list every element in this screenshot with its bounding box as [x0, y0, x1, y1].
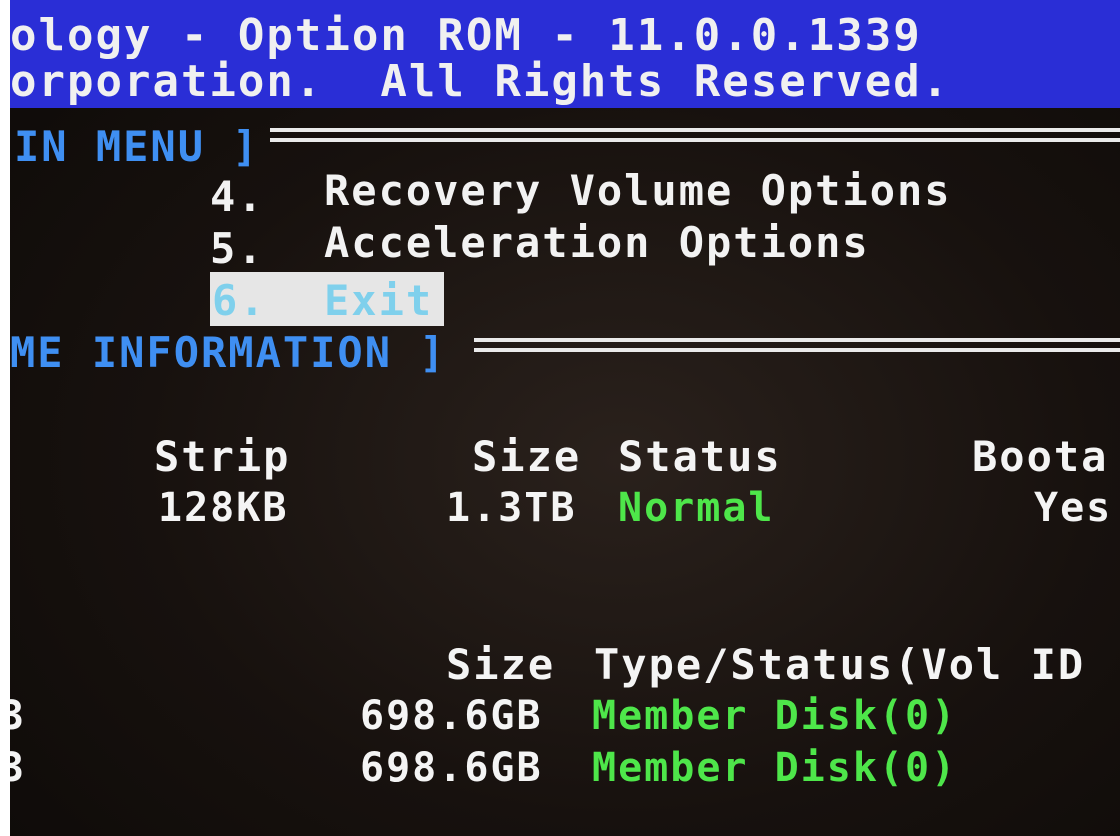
disk-port-fragment: 3 [10, 693, 27, 739]
menu-item-exit-label: Exit [324, 276, 434, 325]
volume-status-value: Normal [618, 485, 775, 531]
menu-item-4-number: 4. [210, 172, 265, 221]
col-header-size: Size [472, 432, 582, 481]
disk-size-value: 698.6GB [360, 693, 543, 739]
menu-item-exit-number: 6. [212, 276, 267, 325]
menu-item-acceleration-options[interactable]: Acceleration Options [324, 222, 870, 264]
main-menu-title: IN MENU ] [14, 122, 260, 171]
disk-type-status-value: Member Disk(0) [592, 693, 958, 739]
disk-col-header-type-status: Type/Status(Vol ID [594, 640, 1086, 689]
header-copyright: orporation. All Rights Reserved. [10, 56, 951, 107]
col-header-strip: Strip [154, 432, 291, 481]
col-header-status: Status [618, 432, 782, 481]
menu-item-5-number: 5. [210, 224, 265, 273]
menu-item-recovery-volume-options[interactable]: Recovery Volume Options [324, 170, 952, 212]
volume-info-title: ME INFORMATION ] [10, 328, 447, 377]
disk-col-header-size: Size [446, 640, 556, 689]
disk-type-status-value: Member Disk(0) [592, 745, 958, 791]
disk-port-fragment: 3 [10, 745, 27, 791]
col-header-bootable: Boota [972, 432, 1109, 481]
volume-bootable-value: Yes [1034, 485, 1113, 531]
menu-item-exit[interactable]: 6. Exit [210, 272, 444, 326]
volume-info-rule [474, 338, 1120, 352]
disk-size-value: 698.6GB [360, 745, 543, 791]
volume-size-value: 1.3TB [446, 485, 577, 531]
header-bar: ology - Option ROM - 11.0.0.1339 orporat… [10, 0, 1120, 108]
header-title: ology - Option ROM - 11.0.0.1339 [10, 10, 922, 61]
bios-screen: ology - Option ROM - 11.0.0.1339 orporat… [10, 0, 1120, 836]
volume-strip-value: 128KB [158, 485, 289, 531]
main-menu-rule [270, 128, 1120, 142]
